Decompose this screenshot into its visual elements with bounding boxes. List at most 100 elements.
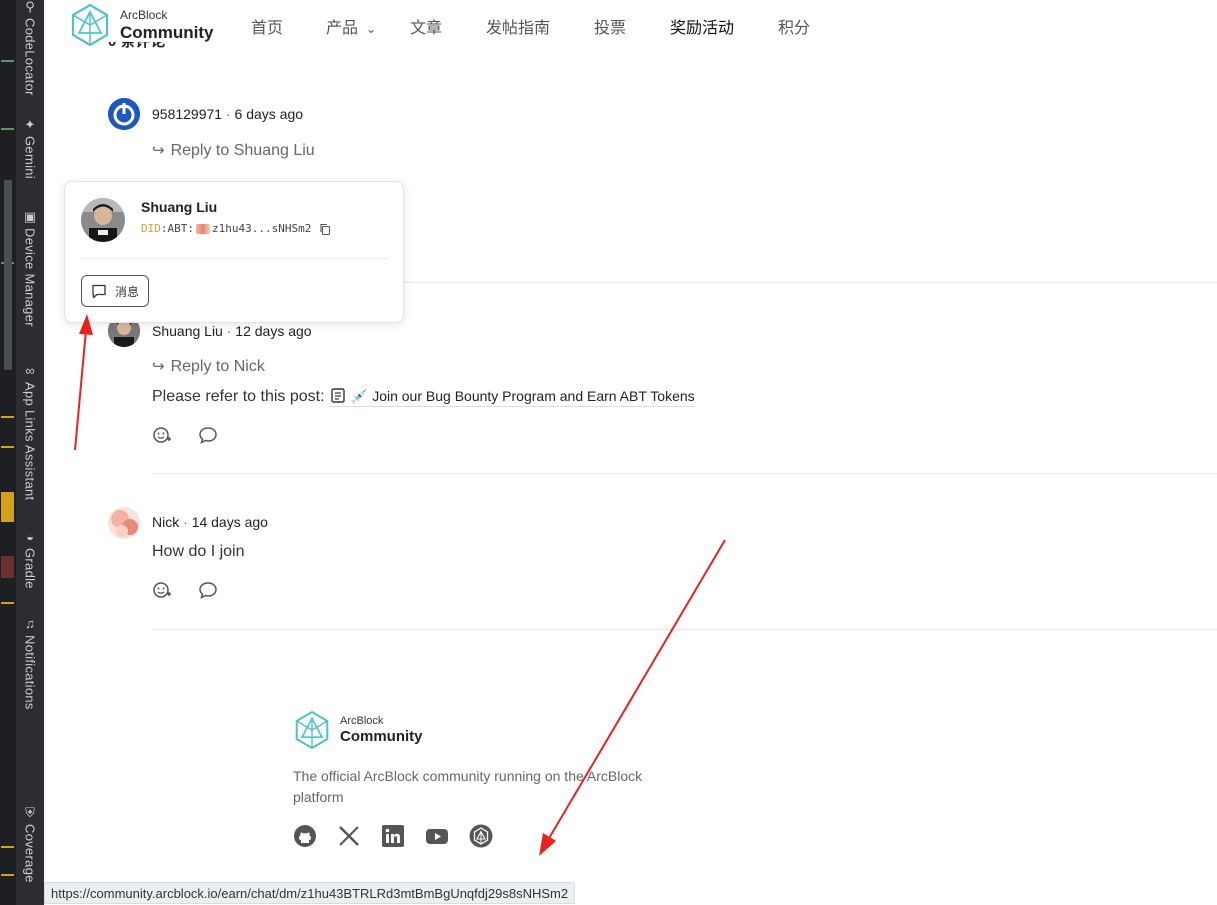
nav-products-label: 产品 (326, 20, 359, 37)
gutter-scrollbar[interactable] (4, 180, 12, 370)
reply-comment-icon[interactable] (198, 580, 218, 600)
arcblock-logo-icon (71, 3, 109, 47)
message-button[interactable]: 消息 (81, 275, 150, 307)
did-address: DID:ABT: z1hu43...sNHSm2 (141, 222, 331, 235)
site-logo[interactable]: ArcBlock Community (70, 3, 214, 47)
comment-divider (152, 473, 1217, 474)
footer-logo[interactable]: ArcBlock Community (294, 709, 423, 751)
comment-meta: 958129971 · 6 days ago (152, 106, 303, 122)
nav-voting[interactable]: 投票 (594, 14, 626, 38)
footer-logo-small-text: ArcBlock (340, 715, 384, 727)
github-icon[interactable] (293, 824, 317, 848)
comment-text: Please refer to this post: (152, 388, 325, 405)
x-icon[interactable] (337, 824, 361, 848)
tool-label: Gradle (22, 548, 38, 589)
tool-label: Device Manager (22, 228, 38, 327)
reply-arrow-icon: ↪ (152, 142, 165, 159)
reply-to-link[interactable]: ↪ Reply to Shuang Liu (152, 141, 315, 160)
annotation-arrow-down (539, 539, 726, 856)
app-links-icon: ∞ (25, 363, 35, 378)
nav-home[interactable]: 首页 (251, 14, 283, 38)
tool-app-links[interactable]: ∞ App Links Assistant (16, 363, 44, 501)
code-locator-icon: ⚲ (25, 0, 35, 14)
add-reaction-icon[interactable] (152, 425, 172, 445)
did-short: z1hu43...sNHSm2 (212, 222, 312, 235)
tool-label: App Links Assistant (22, 382, 38, 501)
post-emoji: 💉 (350, 388, 369, 404)
tool-label: CodeLocator (22, 18, 38, 96)
tool-device-manager[interactable]: ▣ Device Manager (16, 210, 44, 327)
post-title: Join our Bug Bounty Program and Earn ABT… (372, 388, 695, 404)
nav-articles[interactable]: 文章 (410, 14, 442, 38)
document-icon (331, 388, 345, 403)
comment-time: 14 days ago (191, 514, 268, 530)
device-manager-icon: ▣ (23, 209, 37, 224)
meta-separator: · (225, 106, 231, 122)
tool-notifications[interactable]: ♫ Notifications (16, 617, 44, 710)
comment-time: 6 days ago (234, 106, 304, 122)
comment-author[interactable]: Nick (152, 514, 179, 530)
popover-divider (81, 258, 389, 259)
coverage-icon: ⛨ (25, 805, 35, 820)
comment-body: Please refer to this post: 💉 Join our Bu… (152, 388, 695, 407)
post-link[interactable]: 💉 Join our Bug Bounty Program and Earn A… (328, 388, 695, 407)
gemini-icon: ✦ (24, 117, 36, 132)
comment-author[interactable]: 958129971 (152, 106, 222, 122)
gutter-warning-marker (1, 874, 14, 876)
notifications-icon: ♫ (25, 616, 35, 631)
reply-to-label: Reply to Shuang Liu (170, 142, 315, 159)
arcblock-logo-icon (295, 710, 329, 750)
tool-label: Notifications (22, 635, 38, 710)
did-type: :ABT: (160, 222, 194, 235)
copy-icon[interactable] (319, 223, 331, 235)
tool-gemini[interactable]: ✦ Gemini (16, 118, 44, 179)
comments-heading-partial: 0 条评论 (108, 42, 166, 50)
comment-time: 12 days ago (235, 323, 312, 339)
logo-small-text: ArcBlock (120, 8, 168, 22)
footer-logo-big-text: Community (340, 728, 423, 745)
avatar[interactable] (108, 98, 140, 130)
link-preview-status-bar: https://community.arcblock.io/earn/chat/… (44, 882, 576, 904)
did-avatar-icon (196, 223, 210, 234)
user-profile-popover: Shuang Liu DID:ABT: z1hu43...sNHSm2 消息 (64, 181, 404, 323)
editor-gutter (0, 0, 16, 905)
comment-divider (403, 282, 1217, 283)
gutter-error-marker (1, 556, 14, 578)
arcblock-icon[interactable] (469, 824, 493, 848)
tool-coverage[interactable]: ⛨ Coverage (16, 806, 44, 883)
meta-separator: · (183, 514, 188, 530)
comment-meta: Nick · 14 days ago (152, 514, 268, 530)
avatar[interactable] (108, 507, 140, 539)
chevron-down-icon: ⌄ (366, 22, 377, 36)
message-button-label: 消息 (115, 284, 140, 299)
chat-bubble-icon (92, 284, 106, 298)
linkedin-icon[interactable] (381, 824, 405, 848)
gradle-icon: ◒ (26, 529, 34, 544)
reply-to-label: Reply to Nick (170, 358, 265, 375)
youtube-icon[interactable] (425, 824, 449, 848)
gutter-warning-marker (1, 846, 14, 848)
comment-divider (152, 629, 1217, 630)
nav-posting-guide[interactable]: 发帖指南 (486, 14, 550, 38)
reply-to-link[interactable]: ↪ Reply to Nick (152, 357, 265, 376)
popover-user-name: Shuang Liu (141, 199, 218, 215)
footer-description: The official ArcBlock community running … (293, 768, 643, 805)
nav-rewards[interactable]: 奖励活动 (670, 14, 734, 38)
tool-codelocator[interactable]: ⚲ CodeLocator (16, 0, 44, 96)
tool-label: Coverage (22, 824, 38, 883)
nav-points[interactable]: 积分 (778, 14, 810, 38)
user-photo-icon (108, 507, 140, 539)
ide-tool-window-strip: ⚲ CodeLocator ✦ Gemini ▣ Device Manager … (0, 0, 44, 905)
comment-meta: Shuang Liu · 12 days ago (152, 323, 312, 339)
tool-gradle[interactable]: ◒ Gradle (16, 530, 44, 589)
annotation-arrow-up (74, 314, 93, 451)
reply-comment-icon[interactable] (198, 425, 218, 445)
top-navigation: ArcBlock Community 首页 产品 ⌄ 文章 发帖指南 投票 奖励活… (44, 0, 1217, 50)
add-reaction-icon[interactable] (152, 580, 172, 600)
popover-avatar[interactable] (81, 198, 125, 242)
power-avatar-icon (108, 98, 140, 130)
nav-products[interactable]: 产品 ⌄ (326, 14, 376, 38)
comment-author[interactable]: Shuang Liu (152, 323, 223, 339)
meta-separator: · (226, 323, 232, 339)
tool-label: Gemini (22, 136, 38, 179)
